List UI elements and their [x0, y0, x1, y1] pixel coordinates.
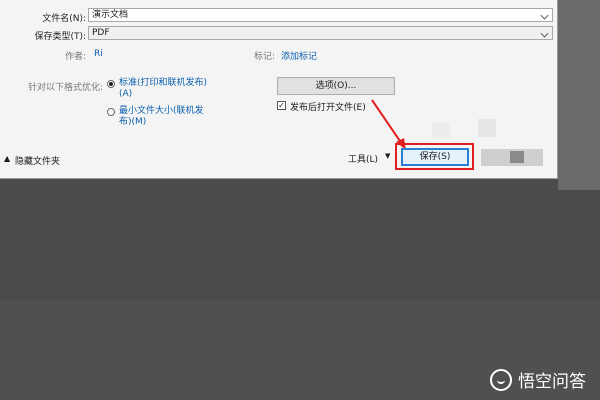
option-standard-line2: (A): [119, 89, 133, 99]
save-button[interactable]: 保存(S): [401, 148, 469, 166]
chevron-down-icon[interactable]: [540, 29, 549, 38]
option-min-line1: 最小文件大小(联机发: [119, 106, 204, 116]
filename-label: 文件名(N):: [42, 14, 86, 24]
author-label: 作者:: [64, 52, 86, 62]
filename-input[interactable]: 演示文档: [88, 8, 553, 22]
filetype-select[interactable]: PDF: [88, 26, 553, 40]
option-min-size-label[interactable]: 最小文件大小(联机发 布)(M): [119, 106, 204, 128]
chevron-down-icon[interactable]: [540, 11, 549, 20]
blur-patch: [478, 119, 496, 137]
radio-standard[interactable]: [107, 80, 115, 88]
hide-folders-link[interactable]: 隐藏文件夹: [15, 154, 60, 167]
option-standard-line1: 标准(打印和联机发布): [119, 78, 208, 88]
watermark: 悟空问答: [490, 367, 586, 392]
option-standard-label[interactable]: 标准(打印和联机发布) (A): [119, 78, 207, 100]
blur-patch: [432, 122, 450, 138]
blur-patch: [510, 151, 524, 163]
optimize-label: 针对以下格式优化:: [27, 83, 103, 93]
option-min-line2: 布)(M): [119, 117, 147, 127]
filetype-value: PDF: [92, 28, 110, 38]
open-after-publish-label[interactable]: 发布后打开文件(E): [290, 100, 366, 113]
background-window-edge: [558, 0, 600, 190]
filename-value: 演示文档: [92, 10, 129, 20]
options-button[interactable]: 选项(O)...: [277, 77, 395, 95]
author-value[interactable]: Ri: [94, 49, 103, 59]
add-tags-link[interactable]: 添加标记: [281, 49, 317, 62]
filetype-label: 保存类型(T):: [34, 32, 86, 42]
chevron-up-icon[interactable]: ▲: [4, 154, 10, 163]
open-after-publish-checkbox[interactable]: ✓: [277, 101, 286, 110]
wukong-logo-icon: [490, 368, 512, 391]
save-as-dialog: 文件名(N): 演示文档 保存类型(T): PDF 作者: Ri 标记: 添加标…: [0, 0, 558, 179]
radio-min-size[interactable]: [107, 108, 115, 116]
tags-label: 标记:: [253, 52, 275, 62]
watermark-text: 悟空问答: [518, 372, 586, 392]
